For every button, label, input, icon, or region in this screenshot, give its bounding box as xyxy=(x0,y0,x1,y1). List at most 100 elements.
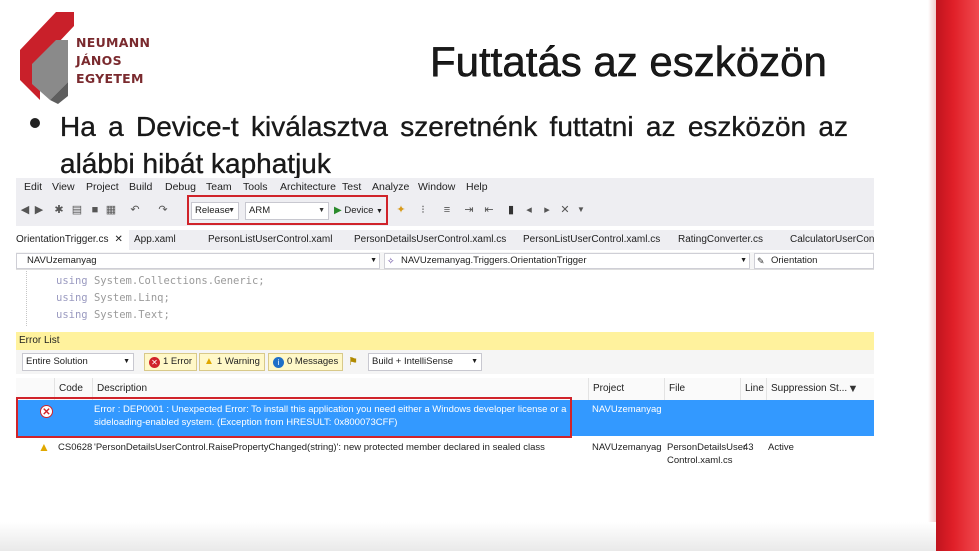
menu-help[interactable]: Help xyxy=(466,181,488,193)
wrench-icon: ✎ xyxy=(757,256,765,266)
format-icon[interactable]: ≡ xyxy=(440,203,454,217)
visual-studio-screenshot: Edit View Project Build Debug Team Tools… xyxy=(16,178,874,476)
outdent-icon[interactable]: ⇤ xyxy=(482,203,496,217)
column-icon xyxy=(16,378,54,400)
run-device-button[interactable]: ▶ Device ▼ xyxy=(334,202,386,220)
bookmark-clear-icon[interactable]: ✕ xyxy=(558,203,572,217)
row-description: 'PersonDetailsUserControl.RaisePropertyC… xyxy=(94,442,545,453)
menu-build[interactable]: Build xyxy=(129,181,152,193)
errors-filter-button[interactable]: ✕ 1 Error xyxy=(144,353,198,371)
column-line[interactable]: Line xyxy=(740,378,766,400)
menu-project[interactable]: Project xyxy=(86,181,119,193)
error-list-header: Code Description Project File Line Suppr… xyxy=(16,378,874,400)
university-name-line-1: NEUMANN xyxy=(76,35,151,50)
configuration-select[interactable]: Release ▼ xyxy=(191,202,239,220)
toolbar-icon[interactable]: ⁝ xyxy=(416,203,430,217)
menu-architecture[interactable]: Architecture xyxy=(280,181,336,193)
menu-window[interactable]: Window xyxy=(418,181,455,193)
warnings-count: 1 Warning xyxy=(216,356,260,367)
indent-icon[interactable]: ⇥ xyxy=(462,203,476,217)
scope-select[interactable]: Entire Solution ▼ xyxy=(22,353,134,371)
member-value: Orientation xyxy=(771,255,818,266)
code-namespace: System.Linq; xyxy=(93,292,170,304)
code-keyword: using xyxy=(56,275,88,287)
column-description[interactable]: Description xyxy=(92,378,588,400)
error-icon: ✕ xyxy=(149,357,160,368)
row-suppression: Active xyxy=(768,442,794,453)
type-select[interactable]: ✧ NAVUzemanyag.Triggers.OrientationTrigg… xyxy=(384,253,750,269)
file-line-1: PersonDetailsUser xyxy=(667,442,747,453)
column-code[interactable]: Code xyxy=(54,378,92,400)
code-keyword: using xyxy=(56,309,88,321)
row-project: NAVUzemanyag xyxy=(592,404,662,415)
bookmark-icon[interactable]: ▮ xyxy=(504,203,518,217)
tab-app-xaml[interactable]: App.xaml xyxy=(134,230,176,250)
tab-ratingconverter[interactable]: RatingConverter.cs xyxy=(678,230,763,250)
menu-edit[interactable]: Edit xyxy=(24,181,42,193)
toolbar: ◀ ▶ ✱ ▤ ■ ▦ ↶ ↷ Release ▼ ARM ▼ ▶ Device ▼… xyxy=(16,196,874,226)
university-name-line-2: JÁNOS xyxy=(76,53,122,68)
menu-test[interactable]: Test xyxy=(342,181,361,193)
row-file: PersonDetailsUser Control.xaml.cs xyxy=(667,441,747,467)
build-filter-select[interactable]: Build + IntelliSense ▼ xyxy=(368,353,482,371)
new-project-icon[interactable]: ✱ xyxy=(52,203,66,217)
code-line: using System.Linq; xyxy=(56,292,170,304)
code-namespace: System.Collections.Generic; xyxy=(93,275,265,287)
project-select[interactable]: NAVUzemanyag ▼ xyxy=(16,253,380,269)
error-icon: ✕ xyxy=(40,405,53,418)
menu-debug[interactable]: Debug xyxy=(165,181,196,193)
university-name: NEUMANN JÁNOS EGYETEM xyxy=(76,34,150,88)
table-row[interactable]: ▲ CS0628 'PersonDetailsUserControl.Raise… xyxy=(16,438,874,472)
warnings-filter-button[interactable]: ▲ 1 Warning xyxy=(199,353,265,371)
messages-count: 0 Messages xyxy=(287,356,339,367)
code-keyword: using xyxy=(56,292,88,304)
save-all-icon[interactable]: ▦ xyxy=(104,203,118,217)
tab-personlistusercontrol-xaml[interactable]: PersonListUserControl.xaml xyxy=(208,230,333,250)
menu-tools[interactable]: Tools xyxy=(243,181,268,193)
tab-calculatorusercontrol[interactable]: CalculatorUserContro xyxy=(790,230,874,250)
open-file-icon[interactable]: ▤ xyxy=(70,203,84,217)
file-line-2: Control.xaml.cs xyxy=(667,455,733,466)
row-code: CS0628 xyxy=(58,442,93,453)
member-select[interactable]: ✎ Orientation xyxy=(754,253,874,269)
tab-persondetailsusercontrol-xaml-cs[interactable]: PersonDetailsUserControl.xaml.cs xyxy=(354,230,506,250)
browser-link-icon[interactable]: ✦ xyxy=(394,203,408,217)
menu-bar: Edit View Project Build Debug Team Tools… xyxy=(16,178,874,196)
messages-filter-button[interactable]: i0 Messages xyxy=(268,353,344,371)
filter-icon[interactable]: ⚑ xyxy=(346,355,360,369)
code-namespace: System.Text; xyxy=(93,309,170,321)
undo-icon[interactable]: ↶ xyxy=(128,203,142,217)
column-suppression[interactable]: Suppression St... xyxy=(766,378,847,400)
class-icon: ✧ xyxy=(387,256,395,266)
save-icon[interactable]: ■ xyxy=(88,203,102,217)
tab-orientationtrigger[interactable]: OrientationTrigger.cs ✕ xyxy=(16,230,129,250)
filter-icon[interactable]: ▼ xyxy=(846,382,860,396)
row-project: NAVUzemanyag xyxy=(592,442,662,453)
tab-personlistusercontrol-xaml-cs[interactable]: PersonListUserControl.xaml.cs xyxy=(523,230,660,250)
table-row[interactable]: ✕ Error : DEP0001 : Unexpected Error: To… xyxy=(16,400,874,436)
bookmark-next-icon[interactable]: ▸ xyxy=(540,203,554,217)
column-file[interactable]: File xyxy=(664,378,740,400)
chevron-down-icon: ▼ xyxy=(740,257,747,264)
error-list-title: Error List xyxy=(16,332,874,350)
back-icon[interactable]: ◀ xyxy=(18,203,32,217)
forward-icon[interactable]: ▶ xyxy=(32,203,46,217)
menu-analyze[interactable]: Analyze xyxy=(372,181,409,193)
redo-icon[interactable]: ↷ xyxy=(156,203,170,217)
column-project[interactable]: Project xyxy=(588,378,664,400)
toolbar-overflow-icon[interactable]: ▼ xyxy=(574,203,588,217)
close-icon[interactable]: ✕ xyxy=(114,234,122,245)
chevron-down-icon: ▼ xyxy=(228,207,235,214)
navigation-bar: NAVUzemanyag ▼ ✧ NAVUzemanyag.Triggers.Or… xyxy=(16,252,874,270)
platform-select[interactable]: ARM ▼ xyxy=(245,202,329,220)
chevron-down-icon: ▼ xyxy=(471,358,478,365)
code-editor[interactable]: using System.Collections.Generic; using … xyxy=(16,271,874,326)
tab-label: OrientationTrigger.cs xyxy=(16,234,109,245)
bookmark-prev-icon[interactable]: ◂ xyxy=(522,203,536,217)
scope-value: Entire Solution xyxy=(26,356,88,367)
info-icon: i xyxy=(273,357,284,368)
document-tabs: OrientationTrigger.cs ✕ App.xaml PersonLi… xyxy=(16,230,874,250)
menu-team[interactable]: Team xyxy=(206,181,232,193)
menu-view[interactable]: View xyxy=(52,181,75,193)
error-list-toolbar: Entire Solution ▼ ✕ 1 Error ▲ 1 Warning i0 … xyxy=(16,350,874,374)
